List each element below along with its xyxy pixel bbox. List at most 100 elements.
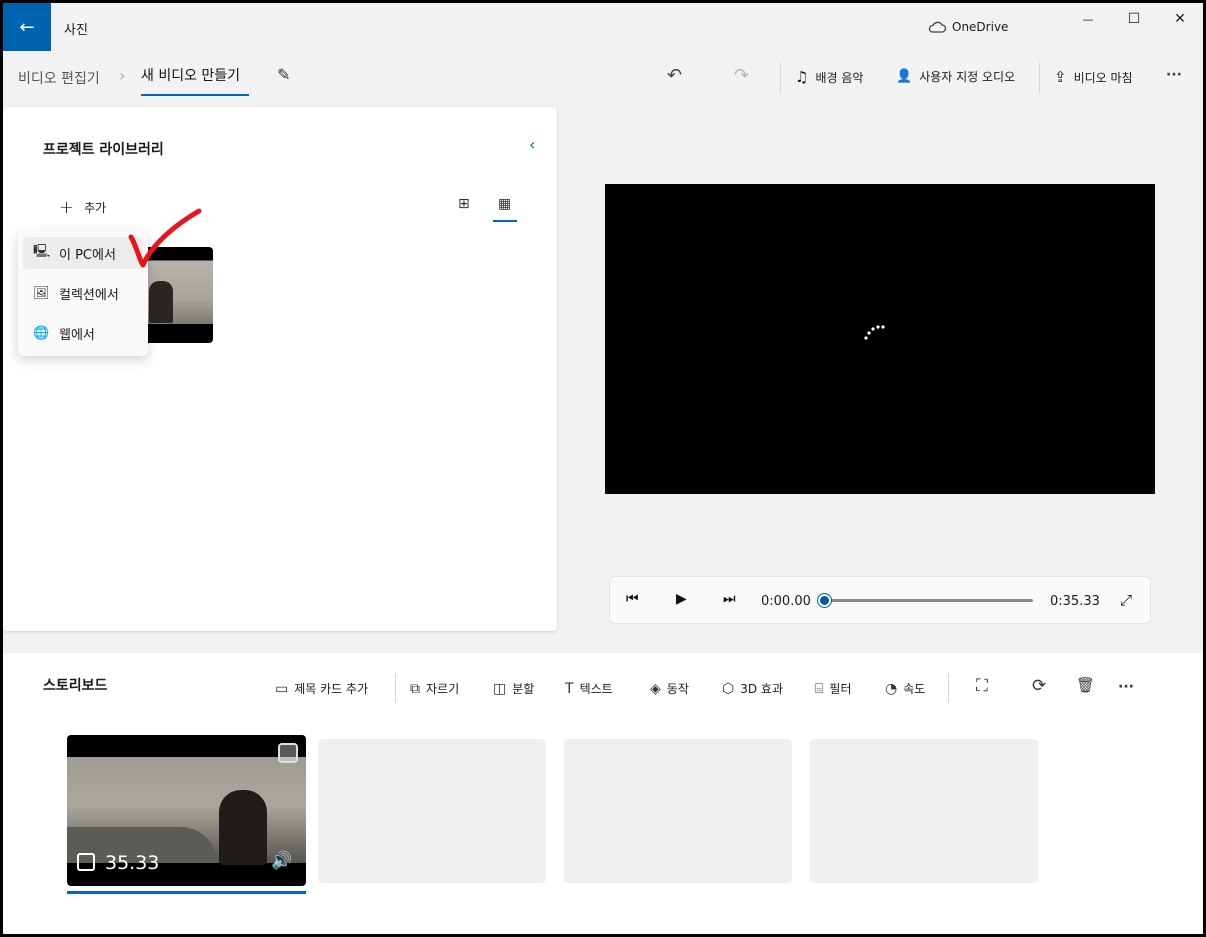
- divider: [780, 63, 781, 93]
- motion-icon: ◈: [650, 680, 661, 697]
- filter-icon: ⌸: [815, 680, 824, 697]
- collapse-chevron-icon[interactable]: ‹: [529, 135, 535, 154]
- share-icon: ⇪: [1054, 68, 1067, 86]
- next-frame-icon[interactable]: ⏭: [723, 591, 736, 607]
- current-time: 0:00.00: [761, 594, 811, 609]
- trim-icon: ⧉: [410, 680, 420, 697]
- project-library-title: 프로젝트 라이브러리: [43, 142, 164, 158]
- breadcrumb-underline: [141, 94, 249, 96]
- background-music-button[interactable]: ♫ 배경 음악: [795, 68, 863, 86]
- filter-button[interactable]: ⌸ 필터: [815, 680, 852, 697]
- storyboard-panel: 스토리보드 ▭ 제목 카드 추가 ⧉ 자르기 ◫ 분할 T 텍스트 ◈ 동작 ⬡…: [3, 653, 1203, 934]
- music-note-icon: ♫: [795, 68, 809, 86]
- volume-icon[interactable]: 🔊: [271, 851, 292, 871]
- onedrive-button[interactable]: OneDrive: [928, 20, 1008, 34]
- tool-label: 텍스트: [579, 682, 613, 696]
- fullscreen-expand-icon[interactable]: ⤢: [1120, 591, 1132, 609]
- more-options-icon[interactable]: ···: [1166, 67, 1182, 83]
- library-video-thumbnail[interactable]: [143, 247, 213, 343]
- menu-item-label: 컬렉션에서: [59, 287, 119, 303]
- 3d-effects-icon: ⬡: [722, 680, 735, 697]
- tool-label: 3D 효과: [740, 682, 784, 696]
- view-selected-indicator: [493, 220, 517, 222]
- tool-label: 동작: [666, 682, 689, 696]
- tool-label: 필터: [829, 682, 852, 696]
- finish-video-button[interactable]: ⇪ 비디오 마침: [1054, 68, 1133, 86]
- playback-controls: ⏮ ▶ ⏭ 0:00.00 0:35.33 ⤢: [609, 576, 1151, 624]
- title-card-icon: ▭: [275, 680, 289, 697]
- breadcrumb-chevron-icon: ›: [119, 66, 126, 85]
- tool-label: 자르기: [426, 682, 460, 696]
- tool-label: 속도: [903, 682, 926, 696]
- back-button[interactable]: ←: [3, 3, 51, 51]
- rename-pencil-icon[interactable]: ✎: [277, 65, 290, 84]
- redo-icon[interactable]: ↷: [734, 65, 749, 86]
- plus-icon: +: [59, 197, 75, 218]
- minimize-icon: —: [1082, 12, 1094, 26]
- app-window: ← 사진 OneDrive — ☐ ✕ 비디오 편집기 › 새 비디오 만들기 …: [3, 3, 1203, 934]
- more-options-icon[interactable]: ···: [1118, 679, 1134, 695]
- speed-button[interactable]: ◔ 속도: [885, 680, 925, 697]
- menu-item-from-collection[interactable]: 🖼 컬렉션에서: [23, 277, 143, 309]
- user-audio-icon: 👤: [896, 69, 913, 84]
- onedrive-label: OneDrive: [952, 20, 1009, 34]
- clip-selected-indicator: [67, 891, 306, 894]
- divider: [1039, 63, 1040, 93]
- tool-label: 제목 카드 추가: [294, 682, 369, 696]
- breadcrumb-current-project: 새 비디오 만들기: [141, 68, 241, 84]
- seek-handle[interactable]: [818, 594, 831, 607]
- menu-item-from-pc[interactable]: 🖳 이 PC에서: [23, 237, 143, 269]
- clip-person: [219, 790, 267, 865]
- resize-icon[interactable]: ⛶: [976, 676, 988, 696]
- menu-item-from-web[interactable]: 🌐 웹에서: [23, 317, 143, 349]
- large-grid-view-icon[interactable]: ⊞: [458, 196, 470, 212]
- loading-spinner-icon: [864, 325, 885, 340]
- web-icon: 🌐: [33, 325, 50, 341]
- add-source-menu: 🖳 이 PC에서 🖼 컬렉션에서 🌐 웹에서: [18, 231, 148, 356]
- finish-video-label: 비디오 마침: [1073, 70, 1133, 85]
- delete-icon[interactable]: 🗑: [1076, 676, 1095, 694]
- empty-storyboard-slot: [810, 739, 1038, 883]
- storyboard-clip[interactable]: 35.33 🔊: [67, 735, 306, 886]
- empty-storyboard-slot: [318, 739, 546, 883]
- menu-item-label: 웹에서: [59, 327, 95, 343]
- text-icon: T: [565, 680, 574, 697]
- maximize-button[interactable]: ☐: [1111, 3, 1157, 35]
- minimize-button[interactable]: —: [1065, 3, 1111, 35]
- command-bar: 비디오 편집기 › 새 비디오 만들기 ✎ ↶ ↷ ♫ 배경 음악 👤 사용자 …: [3, 51, 1203, 103]
- back-arrow-icon: ←: [19, 16, 35, 38]
- empty-storyboard-slot: [564, 739, 792, 883]
- clip-duration: 35.33: [105, 852, 160, 874]
- small-grid-view-icon[interactable]: ▦: [498, 196, 511, 212]
- add-label: 추가: [84, 201, 107, 215]
- app-title: 사진: [64, 23, 88, 38]
- close-button[interactable]: ✕: [1157, 3, 1203, 35]
- undo-icon[interactable]: ↶: [667, 65, 682, 86]
- storyboard-title: 스토리보드: [43, 678, 108, 694]
- project-library-panel: 프로젝트 라이브러리 ‹ + 추가 ⊞ ▦: [3, 107, 557, 631]
- breadcrumb-video-editor[interactable]: 비디오 편집기: [18, 68, 100, 88]
- play-icon[interactable]: ▶: [676, 591, 687, 607]
- maximize-icon: ☐: [1127, 11, 1141, 27]
- add-title-card-button[interactable]: ▭ 제목 카드 추가: [275, 680, 368, 697]
- menu-item-label: 이 PC에서: [59, 247, 116, 263]
- title-bar: ← 사진 OneDrive — ☐ ✕: [3, 3, 1203, 51]
- custom-audio-label: 사용자 지정 오디오: [919, 70, 1016, 84]
- rotate-icon[interactable]: ⟳: [1032, 676, 1046, 696]
- split-button[interactable]: ◫ 분할: [493, 680, 534, 697]
- clip-select-checkbox[interactable]: [278, 743, 298, 763]
- previous-frame-icon[interactable]: ⏮: [626, 591, 639, 607]
- custom-audio-button[interactable]: 👤 사용자 지정 오디오: [896, 68, 1015, 85]
- seek-bar[interactable]: [825, 599, 1033, 602]
- film-icon: [77, 853, 95, 871]
- background-music-label: 배경 음악: [815, 70, 864, 85]
- motion-button[interactable]: ◈ 동작: [650, 680, 689, 697]
- text-button[interactable]: T 텍스트: [565, 680, 613, 697]
- 3d-effects-button[interactable]: ⬡ 3D 효과: [722, 680, 783, 697]
- cloud-icon: [928, 21, 946, 33]
- add-button[interactable]: + 추가: [59, 197, 106, 218]
- trim-button[interactable]: ⧉ 자르기: [410, 680, 459, 697]
- divider: [948, 673, 949, 703]
- video-preview: [605, 184, 1155, 494]
- speed-icon: ◔: [885, 680, 898, 697]
